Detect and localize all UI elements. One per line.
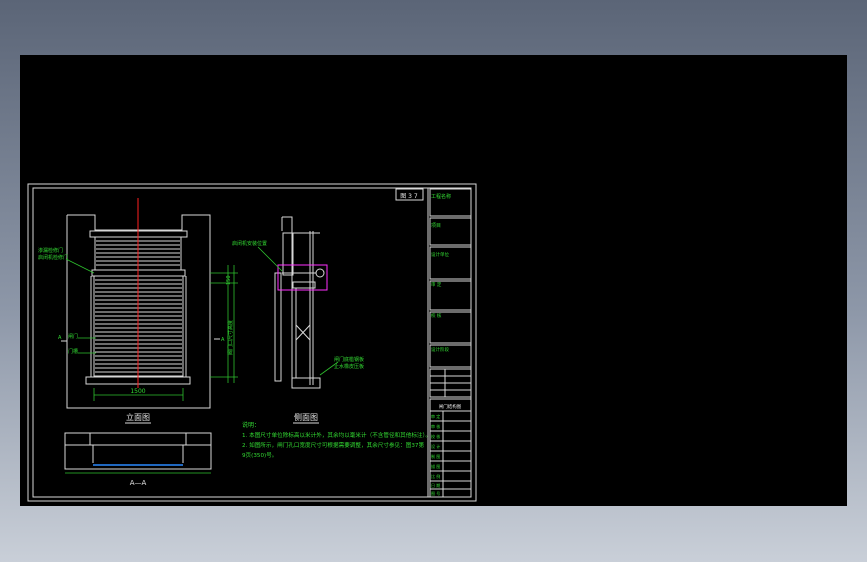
- cad-drawing: 图 3 7 1500 150 阀门口尺寸高度 A A 渗漏检修门 启闭机检修门 …: [27, 183, 477, 502]
- label-side-bottom-2: 止水橡皮压板: [334, 363, 364, 370]
- grid-label-7: 比 例: [431, 473, 440, 479]
- title-cell-3: 设计单位: [431, 251, 449, 258]
- side-view: 启闭机安装位置 闸门底槛钢板 止水橡皮压板 侧面图: [232, 216, 364, 424]
- label-side-top: 启闭机安装位置: [232, 240, 267, 247]
- side-view-title: 侧面图: [294, 412, 318, 422]
- title-cell-2: 项目: [431, 223, 441, 229]
- label-side-bottom-1: 闸门底槛钢板: [334, 356, 364, 363]
- label-groove: 门槽: [68, 348, 78, 355]
- grid-label-1: 审 定: [431, 413, 440, 419]
- grid-label-9: 图 号: [431, 490, 440, 496]
- notes-line-3: 9页(350)号。: [242, 452, 277, 459]
- side-top-dimension: 150: [226, 275, 232, 285]
- notes: 说明： 1. 本图尺寸单位除标高以米计外，其余均以毫米计（不含管径和其他标注）。…: [242, 421, 431, 459]
- grid-label-8: 日 期: [431, 482, 440, 488]
- grid-label-3: 校 核: [431, 433, 440, 439]
- grid-label-5: 制 图: [431, 453, 440, 459]
- front-view-title: 立面图: [126, 412, 150, 422]
- notes-line-1: 1. 本图尺寸单位除标高以米计外，其余均以毫米计（不含管径和其他标注）。: [242, 431, 431, 439]
- cad-viewport[interactable]: 图 3 7 1500 150 阀门口尺寸高度 A A 渗漏检修门 启闭机检修门 …: [20, 55, 847, 506]
- label-top-left-2: 启闭机检修门: [38, 254, 68, 261]
- title-cell-4: 审 定: [431, 281, 442, 288]
- front-width-dimension: 1500: [130, 388, 145, 395]
- sheet-inner-border: [32, 187, 472, 498]
- drawing-number: 图 3 7: [400, 193, 418, 200]
- grid-label-6: 描 图: [431, 463, 440, 469]
- notes-line-2: 2. 如图所示，闸门孔口宽度尺寸可根据需要调整，其余尺寸参见：图37第: [242, 441, 424, 449]
- section-view-title: A—A: [130, 479, 147, 487]
- title-cell-6: 设计阶段: [431, 346, 449, 353]
- title-cell-5: 校 核: [431, 312, 442, 319]
- front-view: 1500 150 阀门口尺寸高度 A A 渗漏检修门 启闭机检修门 闸门 门槽 …: [38, 198, 238, 424]
- section-marker-left: A: [58, 335, 62, 341]
- notes-heading: 说明：: [242, 421, 260, 429]
- section-view: A—A: [64, 432, 212, 487]
- label-top-left-1: 渗漏检修门: [38, 247, 63, 254]
- title-cell-1: 工程名称: [431, 193, 451, 200]
- title-block: 工程名称 项目 设计单位 审 定 校 核 设计阶段 闸门结构图 审 定 审 核 …: [429, 188, 472, 498]
- side-height-dimension: 阀门口尺寸高度: [227, 320, 234, 355]
- label-gate: 闸门: [68, 333, 78, 340]
- section-marker-right: A: [221, 337, 225, 343]
- grid-label-4: 设 计: [431, 443, 440, 449]
- grid-label-2: 审 核: [431, 423, 440, 429]
- title-table-header: 闸门结构图: [439, 403, 462, 410]
